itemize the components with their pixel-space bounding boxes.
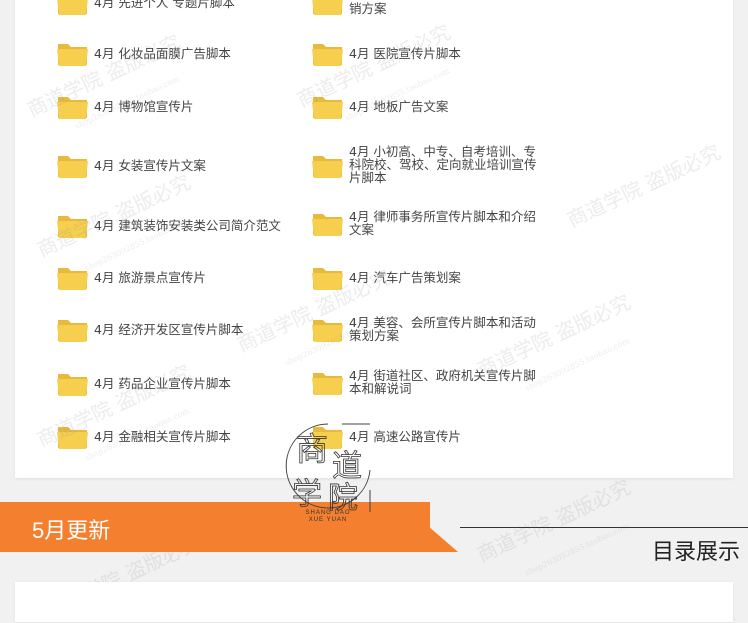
folder-item[interactable]: 4月 先进个人 专题片脚本 xyxy=(57,0,294,15)
folder-icon xyxy=(57,370,88,396)
folder-item[interactable]: 4月 旅游景点宣传片 xyxy=(57,264,294,290)
folder-item[interactable]: 4月 地板广告文案 xyxy=(312,93,545,119)
folder-label: 4月 街道社区、政府机关宣传片脚本和解说词 xyxy=(349,368,536,396)
seal-caption-line: XUE YUAN xyxy=(308,517,348,523)
folder-icon xyxy=(312,264,343,290)
folder-icon xyxy=(312,93,343,119)
section-banner-tail xyxy=(428,526,458,552)
folder-item[interactable]: 4月 医院宣传片脚本 xyxy=(312,40,545,66)
folder-label: 4月 建筑装饰安装类公司简介范文 xyxy=(94,217,281,233)
seal-char: 商 xyxy=(296,430,328,468)
folder-label: 4月 女装宣传片文案 xyxy=(94,157,206,173)
folder-icon xyxy=(57,212,88,238)
folder-icon xyxy=(57,152,88,178)
folder-item[interactable]: 4月 街道社区、政府机关宣传片脚本和解说词 xyxy=(312,369,545,395)
folder-label: 4月 高速公路宣传片 xyxy=(349,428,461,444)
folder-label: 4月 经济开发区宣传片脚本 xyxy=(94,321,244,337)
folder-icon xyxy=(312,152,343,178)
folder-label: 4月 律师事务所宣传片脚本和介绍文案 xyxy=(349,209,536,237)
folder-item[interactable]: 4月 小初高、中专、自考培训、专科院校、驾校、定向就业培训宣传片脚本 xyxy=(312,145,545,184)
folder-label: 4月 化妆品面膜广告脚本 xyxy=(94,45,231,61)
folder-icon xyxy=(312,0,343,15)
folder-icon xyxy=(57,40,88,66)
folder-icon xyxy=(57,0,88,15)
folder-label: 4月 美容、会所宣传片脚本和活动策划方案 xyxy=(349,315,536,343)
folder-label: 4月 金融相关宣传片脚本 xyxy=(94,428,231,444)
folder-item[interactable]: 4月 女装宣传片文案 xyxy=(57,152,294,178)
folder-label: 4月 小初高、中专、自考培训、专科院校、驾校、定向就业培训宣传片脚本 xyxy=(349,144,537,185)
folder-label: 4月 医院宣传片脚本 xyxy=(349,45,461,61)
folder-item[interactable]: 4月 经济开发区宣传片脚本 xyxy=(57,316,294,342)
seal-caption: SHANG DAO XUE YUAN xyxy=(282,510,374,524)
watermark-url: shop263092855.taobao.com xyxy=(523,521,631,578)
folder-label: 4月 汽车广告策划案 xyxy=(349,269,461,285)
folder-icon xyxy=(57,423,88,449)
folder-item[interactable]: 4月 汽车广告策划案 xyxy=(312,264,545,290)
folder-label: 4月 药品企业宣传片脚本 xyxy=(94,375,231,391)
folder-item[interactable]: 4月 化妆品面膜广告脚本 xyxy=(57,40,294,66)
seal-caption-line: SHANG DAO xyxy=(305,510,351,516)
folder-icon xyxy=(57,316,88,342)
folder-icon xyxy=(57,264,88,290)
catalog-label: 目录展示 xyxy=(651,539,740,564)
folder-item[interactable]: 销方案 xyxy=(312,0,545,15)
watermark: 商道学院 盗版必究 xyxy=(473,474,635,567)
folder-item[interactable]: 4月 建筑装饰安装类公司简介范文 xyxy=(57,212,304,238)
seal-char: 道 xyxy=(332,449,362,484)
folder-item[interactable]: 4月 金融相关宣传片脚本 xyxy=(57,423,294,449)
folder-icon xyxy=(312,369,343,395)
folder-label: 销方案 xyxy=(349,0,387,16)
next-card xyxy=(15,582,733,622)
folder-icon xyxy=(57,93,88,119)
folder-item[interactable]: 4月 律师事务所宣传片脚本和介绍文案 xyxy=(312,210,545,236)
folder-label: 4月 先进个人 专题片脚本 xyxy=(94,0,235,10)
section-title: 5月更新 xyxy=(32,518,111,543)
brand-seal: 商 道 学 院 SHANG DAO XUE YUAN xyxy=(282,420,374,530)
folder-icon xyxy=(312,210,343,236)
folder-label: 4月 博物馆宣传片 xyxy=(94,98,194,114)
folder-list-card: 4月 先进个人 专题片脚本 4月 化妆品面膜广告脚本 4月 博物馆宣传片 4月 … xyxy=(15,0,733,478)
seal-char: 院 xyxy=(328,481,358,512)
seal-frame: 商 道 学 院 xyxy=(285,423,371,524)
folder-icon xyxy=(312,316,343,342)
folder-item[interactable]: 4月 博物馆宣传片 xyxy=(57,93,294,119)
divider xyxy=(460,527,748,528)
seal-char: 学 xyxy=(292,477,322,512)
folder-icon xyxy=(312,40,343,66)
folder-item[interactable]: 4月 美容、会所宣传片脚本和活动策划方案 xyxy=(312,316,545,342)
folder-item[interactable]: 4月 药品企业宣传片脚本 xyxy=(57,370,294,396)
folder-label: 4月 旅游景点宣传片 xyxy=(94,269,206,285)
folder-label: 4月 地板广告文案 xyxy=(349,98,449,114)
